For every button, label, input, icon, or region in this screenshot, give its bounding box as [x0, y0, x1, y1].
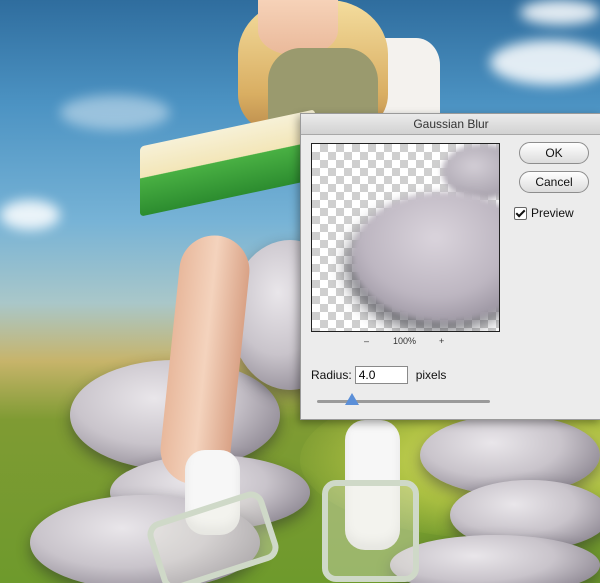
gaussian-blur-dialog: Gaussian Blur – 100% + OK Cancel Preview…: [300, 113, 600, 420]
sandal: [322, 480, 419, 582]
preview-stone: [352, 192, 499, 322]
radius-unit-label: pixels: [415, 368, 447, 382]
preview-stone: [442, 144, 499, 199]
cloud: [490, 40, 600, 85]
cancel-button[interactable]: Cancel: [519, 171, 589, 193]
cloud: [60, 95, 170, 130]
radius-slider-track[interactable]: [317, 400, 490, 403]
cloud: [0, 200, 60, 230]
cloud: [520, 0, 600, 25]
green-book: [140, 109, 315, 217]
preview-toggle[interactable]: Preview: [514, 205, 574, 221]
blur-preview-pane[interactable]: [311, 143, 500, 332]
preview-checkbox[interactable]: [514, 206, 527, 220]
dialog-title[interactable]: Gaussian Blur: [301, 114, 600, 135]
ok-button[interactable]: OK: [519, 142, 589, 164]
radius-slider-thumb[interactable]: [344, 393, 359, 405]
preview-zoom-controls: – 100% +: [311, 336, 498, 350]
zoom-in-button[interactable]: +: [439, 336, 444, 346]
preview-label: Preview: [531, 206, 574, 220]
radius-input[interactable]: [354, 366, 408, 384]
girl-face: [258, 0, 338, 55]
radius-label: Radius:: [311, 368, 352, 382]
zoom-level: 100%: [392, 336, 417, 346]
radius-row: Radius: pixels: [311, 364, 446, 386]
